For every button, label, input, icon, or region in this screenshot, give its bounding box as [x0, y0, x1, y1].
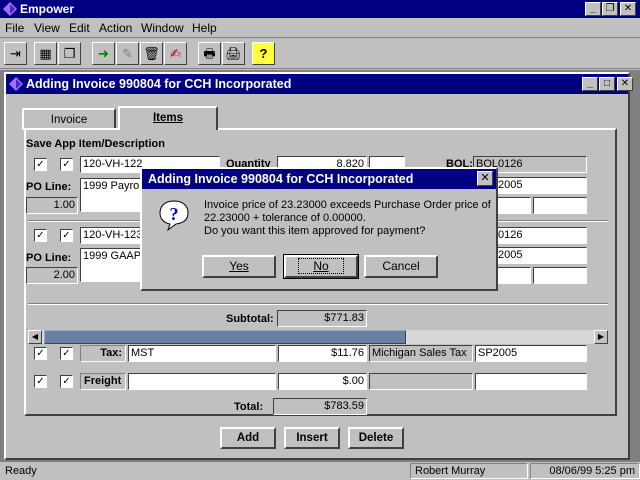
tab-items[interactable]: Items — [118, 106, 218, 130]
toolbar: ⇥ ▦ ❐ ➜ ✎ 🗑 ✍ 🖶 🖨 ? — [0, 39, 640, 69]
help-icon[interactable]: ? — [252, 42, 275, 65]
approval-dialog: Adding Invoice 990804 for CCH Incorporat… — [140, 167, 498, 291]
item1-save-checkbox[interactable]: ✓ — [34, 158, 47, 171]
import-icon[interactable]: ➜ — [92, 42, 115, 65]
subtotal-separator — [28, 303, 608, 305]
subtotal-label: Subtotal: — [226, 313, 274, 325]
restore-button[interactable]: ❐ — [602, 2, 618, 16]
freight-approve-checkbox[interactable]: ✓ — [60, 375, 73, 388]
item2-extra-field-b[interactable] — [533, 267, 587, 284]
no-button[interactable]: No — [283, 254, 359, 279]
delete-button[interactable]: Delete — [348, 427, 404, 449]
status-text: Ready — [5, 465, 37, 477]
grid-icon[interactable]: ▦ — [34, 42, 57, 65]
menu-window[interactable]: Window — [141, 21, 184, 35]
item1-po-line-label: PO Line: — [26, 181, 72, 193]
insert-button[interactable]: Insert — [284, 427, 340, 449]
dialog-message-line1: Invoice price of 23.23000 exceeds Purcha… — [204, 199, 491, 211]
freight-label: Freight — [80, 373, 126, 390]
subtotal-field: $771.83 — [277, 310, 367, 327]
tab-invoice[interactable]: Invoice — [22, 108, 116, 130]
eraser-icon[interactable]: ✎ — [116, 42, 139, 65]
minimize-button[interactable]: _ — [585, 2, 601, 16]
dialog-message: Invoice price of 23.23000 exceeds Purcha… — [204, 199, 494, 238]
trash-icon[interactable]: 🗑 — [140, 42, 163, 65]
status-datetime: 08/06/99 5:25 pm — [530, 463, 640, 479]
item2-period-field[interactable]: 2005 — [495, 247, 587, 264]
items-scrollbar[interactable]: ◀ ▶ — [28, 330, 608, 344]
dialog-titlebar: Adding Invoice 990804 for CCH Incorporat… — [142, 169, 496, 189]
items-header: Save App Item/Description — [26, 138, 165, 150]
item1-extra-field-b[interactable] — [533, 197, 587, 214]
menu-view[interactable]: View — [34, 21, 60, 35]
menu-edit[interactable]: Edit — [69, 21, 90, 35]
freight-period-field[interactable] — [475, 373, 587, 390]
menu-file[interactable]: File — [5, 21, 24, 35]
freight-amount-field[interactable]: $.00 — [278, 373, 367, 390]
yes-button[interactable]: Yes — [202, 255, 276, 278]
dialog-title: Adding Invoice 990804 for CCH Incorporat… — [148, 172, 414, 186]
menubar: File View Edit Action Window Help — [0, 18, 640, 38]
menu-action[interactable]: Action — [99, 21, 132, 35]
item2-po-line-label: PO Line: — [26, 252, 72, 264]
app-title: Empower — [20, 2, 75, 16]
status-user: Robert Murray — [410, 463, 528, 479]
add-button[interactable]: Add — [220, 427, 276, 449]
item1-po-line-field[interactable]: 1.00 — [26, 197, 78, 214]
total-field: $783.59 — [273, 398, 367, 415]
dialog-message-line3: Do you want this item approved for payme… — [204, 225, 426, 237]
cancel-button[interactable]: Cancel — [364, 255, 438, 278]
print-icon[interactable]: 🖶 — [198, 42, 221, 65]
child-maximize-button[interactable]: □ — [599, 77, 615, 91]
item2-bol-field[interactable]: 0126 — [495, 227, 587, 244]
tax-code-field[interactable]: MST — [128, 345, 276, 362]
windows-icon[interactable]: ❐ — [58, 42, 81, 65]
child-close-button[interactable]: ✕ — [617, 77, 633, 91]
freight-save-checkbox[interactable]: ✓ — [34, 375, 47, 388]
statusbar: Ready Robert Murray 08/06/99 5:25 pm — [0, 462, 640, 480]
tax-description-field: Michigan Sales Tax — [369, 345, 473, 362]
dialog-message-line2: 22.23000 + tolerance of 0.00000. — [204, 212, 366, 224]
item2-approve-checkbox[interactable]: ✓ — [60, 229, 73, 242]
scroll-right-icon[interactable]: ▶ — [594, 330, 608, 344]
dialog-close-button[interactable]: ✕ — [477, 171, 493, 186]
item1-approve-checkbox[interactable]: ✓ — [60, 158, 73, 171]
no-button-label: No — [313, 259, 329, 273]
exit-icon[interactable]: ⇥ — [4, 42, 27, 65]
tax-save-checkbox[interactable]: ✓ — [34, 347, 47, 360]
invoice-window-title: Adding Invoice 990804 for CCH Incorporat… — [26, 77, 292, 91]
window-logo-icon — [9, 77, 23, 91]
question-icon: ? — [159, 200, 189, 231]
scroll-left-icon[interactable]: ◀ — [28, 330, 42, 344]
app-logo-icon — [3, 2, 17, 16]
total-label: Total: — [234, 401, 264, 413]
yes-button-label: Yes — [229, 259, 249, 273]
tax-label: Tax: — [80, 345, 126, 362]
freight-code-field[interactable] — [128, 373, 276, 390]
freight-description-field — [369, 373, 473, 390]
child-minimize-button[interactable]: _ — [582, 77, 598, 91]
app-titlebar: Empower _ ❐ ✕ — [0, 0, 640, 18]
item2-extra-field-a[interactable] — [495, 267, 531, 284]
menu-help[interactable]: Help — [192, 21, 217, 35]
tax-amount-field[interactable]: $11.76 — [278, 345, 367, 362]
close-button[interactable]: ✕ — [620, 2, 636, 16]
scroll-thumb[interactable] — [44, 330, 406, 344]
item2-po-line-field[interactable]: 2.00 — [26, 267, 78, 284]
print-preview-icon[interactable]: 🖨 — [222, 42, 245, 65]
svg-text:?: ? — [170, 204, 179, 224]
item1-extra-field-a[interactable] — [495, 197, 531, 214]
signature-icon[interactable]: ✍ — [164, 42, 187, 65]
item2-save-checkbox[interactable]: ✓ — [34, 229, 47, 242]
tax-period-field[interactable]: SP2005 — [475, 345, 587, 362]
invoice-window-titlebar: Adding Invoice 990804 for CCH Incorporat… — [6, 74, 633, 94]
item1-period-field[interactable]: 2005 — [495, 177, 587, 194]
tax-approve-checkbox[interactable]: ✓ — [60, 347, 73, 360]
